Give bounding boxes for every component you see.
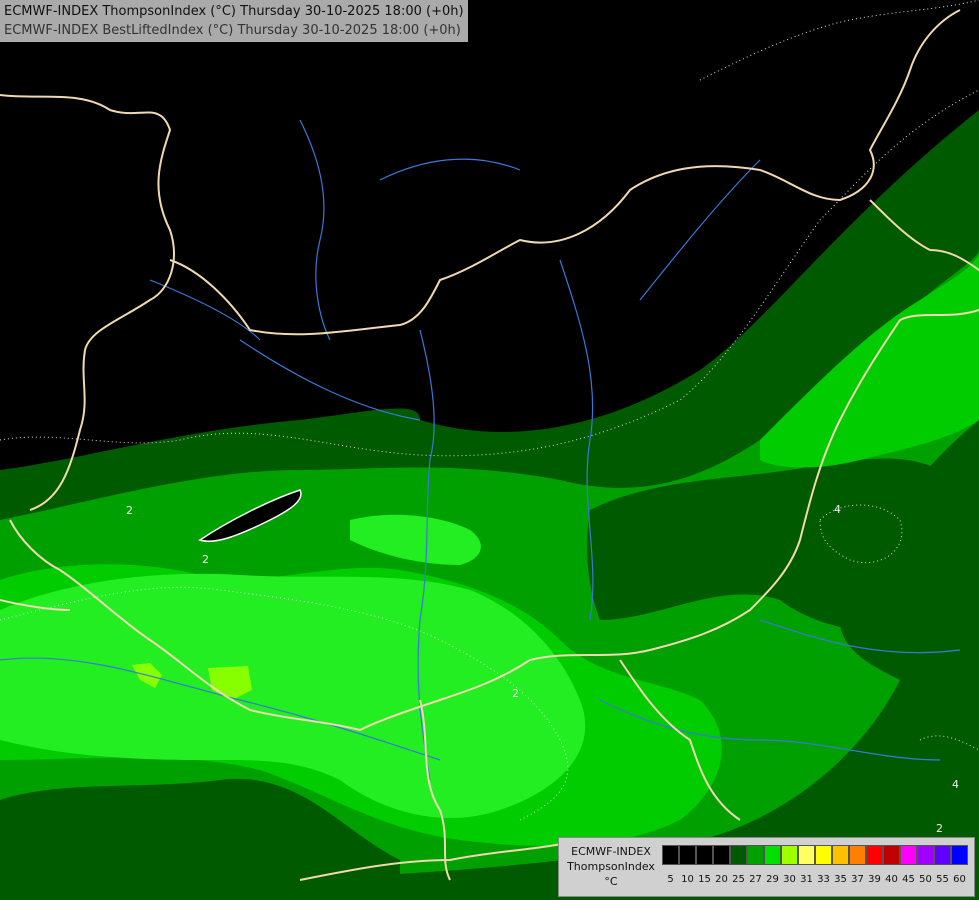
legend-tick: 15 (698, 874, 711, 885)
legend-tick: 40 (885, 874, 898, 885)
legend-swatch (832, 845, 849, 865)
legend-swatch (747, 845, 764, 865)
legend-tick: 55 (936, 874, 949, 885)
contour-label: 2 (202, 553, 209, 566)
legend-swatch (730, 845, 747, 865)
legend-tick: 60 (953, 874, 966, 885)
legend-tick: 31 (800, 874, 813, 885)
legend-swatch (679, 845, 696, 865)
legend-swatch (662, 845, 679, 865)
legend-model: ECMWF-INDEX (571, 845, 651, 858)
legend-tick: 5 (667, 874, 674, 885)
legend-swatch (696, 845, 713, 865)
contour-label: 4 (952, 778, 959, 791)
legend-tick: 30 (783, 874, 796, 885)
legend-tick: 37 (851, 874, 864, 885)
contour-label: 2 (126, 504, 133, 517)
legend-swatches (662, 845, 968, 865)
legend-unit: °C (604, 875, 618, 888)
legend-label: ECMWF-INDEX ThompsonIndex °C (563, 844, 659, 889)
legend-ticks: 5 10 15 20 25 27 29 30 31 33 35 37 39 40 45 50 55 60 (662, 874, 968, 885)
legend-swatch (951, 845, 968, 865)
legend-swatch (900, 845, 917, 865)
legend-tick: 45 (902, 874, 915, 885)
legend-swatch (883, 845, 900, 865)
legend-swatch (764, 845, 781, 865)
legend-tick: 10 (681, 874, 694, 885)
legend-tick: 35 (834, 874, 847, 885)
map-title-box: ECMWF-INDEX ThompsonIndex (°C) Thursday … (0, 0, 468, 42)
legend-swatch (713, 845, 730, 865)
weather-map: 2 2 2 4 4 2 (0, 0, 979, 900)
legend-tick: 39 (868, 874, 881, 885)
thompson-index-title: ECMWF-INDEX ThompsonIndex (°C) Thursday … (4, 4, 464, 19)
color-legend: ECMWF-INDEX ThompsonIndex °C 5 10 15 20 25 27… (558, 837, 975, 897)
legend-swatch (934, 845, 951, 865)
legend-tick: 25 (732, 874, 745, 885)
legend-swatch (849, 845, 866, 865)
legend-tick: 50 (919, 874, 932, 885)
legend-swatch (815, 845, 832, 865)
contour-label: 2 (936, 822, 943, 835)
legend-variable: ThompsonIndex (567, 860, 655, 873)
legend-tick: 29 (766, 874, 779, 885)
legend-swatch (917, 845, 934, 865)
contour-label: 4 (834, 503, 841, 516)
contour-label: 2 (512, 687, 519, 700)
legend-tick: 20 (715, 874, 728, 885)
legend-swatch (798, 845, 815, 865)
legend-tick: 27 (749, 874, 762, 885)
best-lifted-index-title: ECMWF-INDEX BestLiftedIndex (°C) Thursda… (4, 23, 461, 38)
legend-swatch (781, 845, 798, 865)
legend-tick: 33 (817, 874, 830, 885)
legend-swatch (866, 845, 883, 865)
